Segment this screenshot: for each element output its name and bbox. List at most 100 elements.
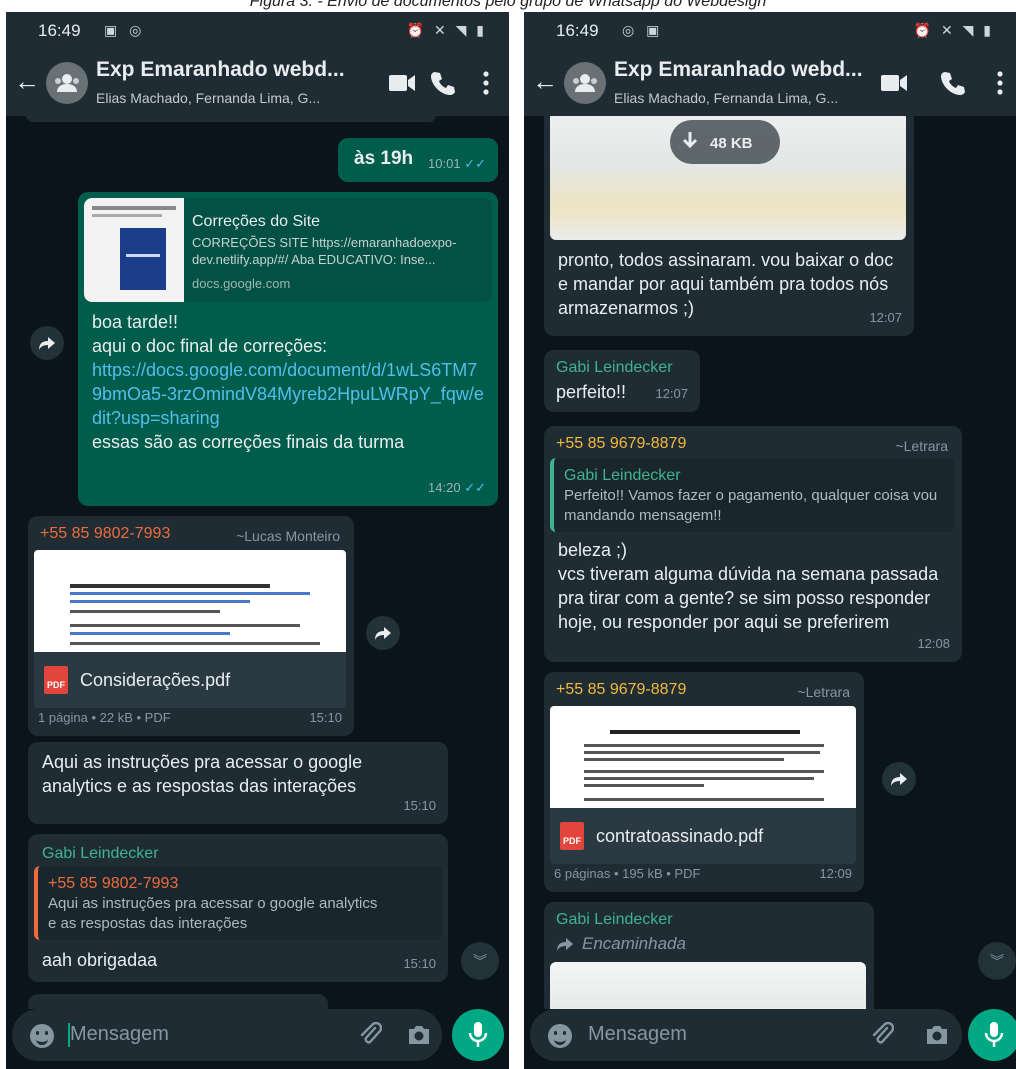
- emoji-icon[interactable]: [548, 1024, 572, 1048]
- group-avatar[interactable]: [46, 62, 88, 104]
- message-text: pronto, todos assinaram. vou baixar o do…: [558, 250, 894, 318]
- document-row[interactable]: PDF Considerações.pdf: [34, 652, 346, 708]
- chat-title[interactable]: Exp Emaranhado webd...: [614, 58, 863, 82]
- chat-header[interactable]: ← Exp Emaranhado webd... Elias Machado, …: [6, 50, 509, 116]
- document-row[interactable]: PDF contratoassinado.pdf: [550, 808, 856, 864]
- message-bubble[interactable]: Correções do Site CORREÇÕES SITE https:/…: [78, 192, 498, 506]
- more-options-icon[interactable]: [482, 70, 490, 96]
- message-bubble[interactable]: 48 KB pronto, todos assinaram. vou baixa…: [544, 116, 914, 336]
- forward-button[interactable]: [30, 326, 64, 360]
- message-bubble[interactable]: às 19h 10:01 ✓✓: [338, 138, 498, 182]
- download-button[interactable]: 48 KB: [670, 120, 780, 164]
- quoted-text: Aqui as instruções pra acessar o google …: [48, 895, 378, 932]
- forward-button[interactable]: [882, 762, 916, 796]
- sender-alias: ~Letrara: [797, 684, 850, 700]
- message-text: Aqui as instruções pra acessar o google …: [42, 752, 363, 796]
- scroll-down-button[interactable]: ︾: [461, 942, 499, 980]
- message-bubble[interactable]: Gabi Leindecker perfeito!! 12:07: [544, 350, 700, 412]
- status-bar: 16:49 ◎ ▣ ⏰ ✕ ◥ ▮: [524, 12, 1016, 50]
- read-receipt-icon: ✓✓: [464, 480, 486, 495]
- forwarded-icon: [557, 938, 573, 951]
- message-bubble[interactable]: +55 85 9802-7993 ~Lucas Monteiro PDF Con…: [28, 516, 354, 736]
- sender-phone[interactable]: +55 85 9802-7993: [40, 522, 170, 546]
- message-bubble[interactable]: +55 85 9679-8879 ~Letrara Gabi Leindecke…: [544, 426, 962, 662]
- message-time: 12:08: [917, 636, 950, 651]
- video-call-icon[interactable]: [388, 70, 416, 96]
- attach-icon[interactable]: [870, 1022, 894, 1048]
- document-name: Considerações.pdf: [80, 670, 231, 690]
- forwarded-label: Encaminhada: [582, 934, 686, 953]
- document-name: contratoassinado.pdf: [596, 826, 764, 846]
- chat-members[interactable]: Elias Machado, Fernanda Lima, G...: [614, 90, 838, 106]
- input-placeholder: Mensagem: [588, 1023, 687, 1045]
- link-thumbnail: [84, 198, 184, 302]
- pdf-icon: PDF: [44, 666, 68, 694]
- link-domain: docs.google.com: [192, 276, 291, 291]
- message-input[interactable]: Mensagem: [530, 1009, 962, 1061]
- message-input[interactable]: Mensagem: [12, 1009, 442, 1061]
- document-preview[interactable]: [34, 550, 346, 652]
- message-bubble[interactable]: Gabi Leindecker +55 85 9802-7993 Aqui as…: [28, 834, 448, 982]
- forward-icon: [39, 337, 55, 350]
- chat-members[interactable]: Elias Machado, Fernanda Lima, G...: [96, 90, 320, 106]
- mic-button[interactable]: [452, 1009, 504, 1061]
- message-time: 10:01 ✓✓: [428, 156, 486, 171]
- message-bubble[interactable]: +55 85 9679-8879 ~Letrara PDF contratoas…: [544, 672, 864, 892]
- link-description: CORREÇÕES SITE https://emaranhadoexpo-de…: [192, 235, 457, 267]
- message-list[interactable]: às 19h 10:01 ✓✓ Correções do Site CORREÇ…: [6, 116, 509, 1009]
- message-time: 15:10: [403, 956, 436, 971]
- pdf-icon: PDF: [560, 822, 584, 850]
- camera-icon[interactable]: [406, 1023, 432, 1047]
- sender-name[interactable]: Gabi Leindecker: [556, 908, 673, 932]
- forward-icon: [375, 627, 391, 640]
- group-avatar[interactable]: [564, 62, 606, 104]
- message-body: boa tarde!! aqui o doc final de correçõe…: [92, 310, 484, 454]
- input-placeholder: Mensagem: [70, 1023, 169, 1045]
- message-text: aah obrigadaa: [42, 950, 158, 970]
- status-time: 16:49: [556, 21, 599, 40]
- notification-icons: ◎ ▣: [622, 22, 664, 38]
- sender-phone[interactable]: +55 85 9679-8879: [556, 432, 686, 456]
- phone-screenshot-left: 16:49 ▣ ◎ ⏰ ✕ ◥ ▮ ← Exp Emaranhado webd.…: [6, 12, 509, 1069]
- sender-phone[interactable]: +55 85 9679-8879: [556, 678, 686, 702]
- phone-call-icon[interactable]: [940, 70, 966, 96]
- image-thumbnail[interactable]: [550, 962, 866, 1009]
- sender-alias: ~Lucas Monteiro: [236, 528, 340, 544]
- message-text: boa tarde!!: [92, 312, 179, 332]
- link-preview[interactable]: Correções do Site CORREÇÕES SITE https:/…: [84, 198, 492, 302]
- message-bubble[interactable]: Gabi Leindecker Encaminhada: [544, 902, 874, 1009]
- more-options-icon[interactable]: [996, 70, 1004, 96]
- phone-screenshot-right: 16:49 ◎ ▣ ⏰ ✕ ◥ ▮ ← Exp Emaranhado webd.…: [524, 12, 1016, 1069]
- video-call-icon[interactable]: [880, 70, 908, 96]
- back-arrow-icon[interactable]: ←: [14, 66, 40, 97]
- back-arrow-icon[interactable]: ←: [532, 66, 558, 97]
- chat-header[interactable]: ← Exp Emaranhado webd... Elias Machado, …: [524, 50, 1016, 116]
- message-text: aqui o doc final de correções:: [92, 336, 328, 356]
- message-text: essas são as correções finais da turma: [92, 432, 405, 452]
- emoji-icon[interactable]: [30, 1024, 54, 1048]
- document-preview[interactable]: [550, 706, 856, 808]
- download-size: 48 KB: [710, 135, 753, 152]
- message-list[interactable]: 48 KB pronto, todos assinaram. vou baixa…: [524, 116, 1016, 1009]
- sender-name[interactable]: Gabi Leindecker: [556, 356, 673, 380]
- mic-button[interactable]: [968, 1009, 1016, 1061]
- attach-icon[interactable]: [358, 1022, 382, 1048]
- message-text: vcs tiveram alguma dúvida na semana pass…: [558, 564, 939, 632]
- microphone-icon: [468, 1022, 488, 1047]
- message-bubble-partial: [28, 994, 328, 1009]
- camera-icon[interactable]: [924, 1023, 950, 1047]
- quoted-message[interactable]: Gabi Leindecker Perfeito!! Vamos fazer o…: [550, 458, 954, 532]
- sender-name[interactable]: Gabi Leindecker: [42, 842, 159, 866]
- phone-call-icon[interactable]: [430, 70, 456, 96]
- read-receipt-icon: ✓✓: [464, 156, 486, 171]
- link-title: Correções do Site: [192, 213, 321, 230]
- document-link[interactable]: https://docs.google.com/document/d/1wLS6…: [92, 358, 484, 430]
- forward-button[interactable]: [366, 616, 400, 650]
- scroll-down-button[interactable]: ︾: [978, 942, 1016, 980]
- message-bubble[interactable]: Aqui as instruções pra acessar o google …: [28, 742, 448, 824]
- quoted-message[interactable]: +55 85 9802-7993 Aqui as instruções pra …: [34, 866, 442, 940]
- message-text: beleza ;): [558, 540, 628, 560]
- microphone-icon: [984, 1022, 1004, 1047]
- chat-title[interactable]: Exp Emaranhado webd...: [96, 58, 345, 82]
- message-composer: Mensagem: [6, 1009, 509, 1069]
